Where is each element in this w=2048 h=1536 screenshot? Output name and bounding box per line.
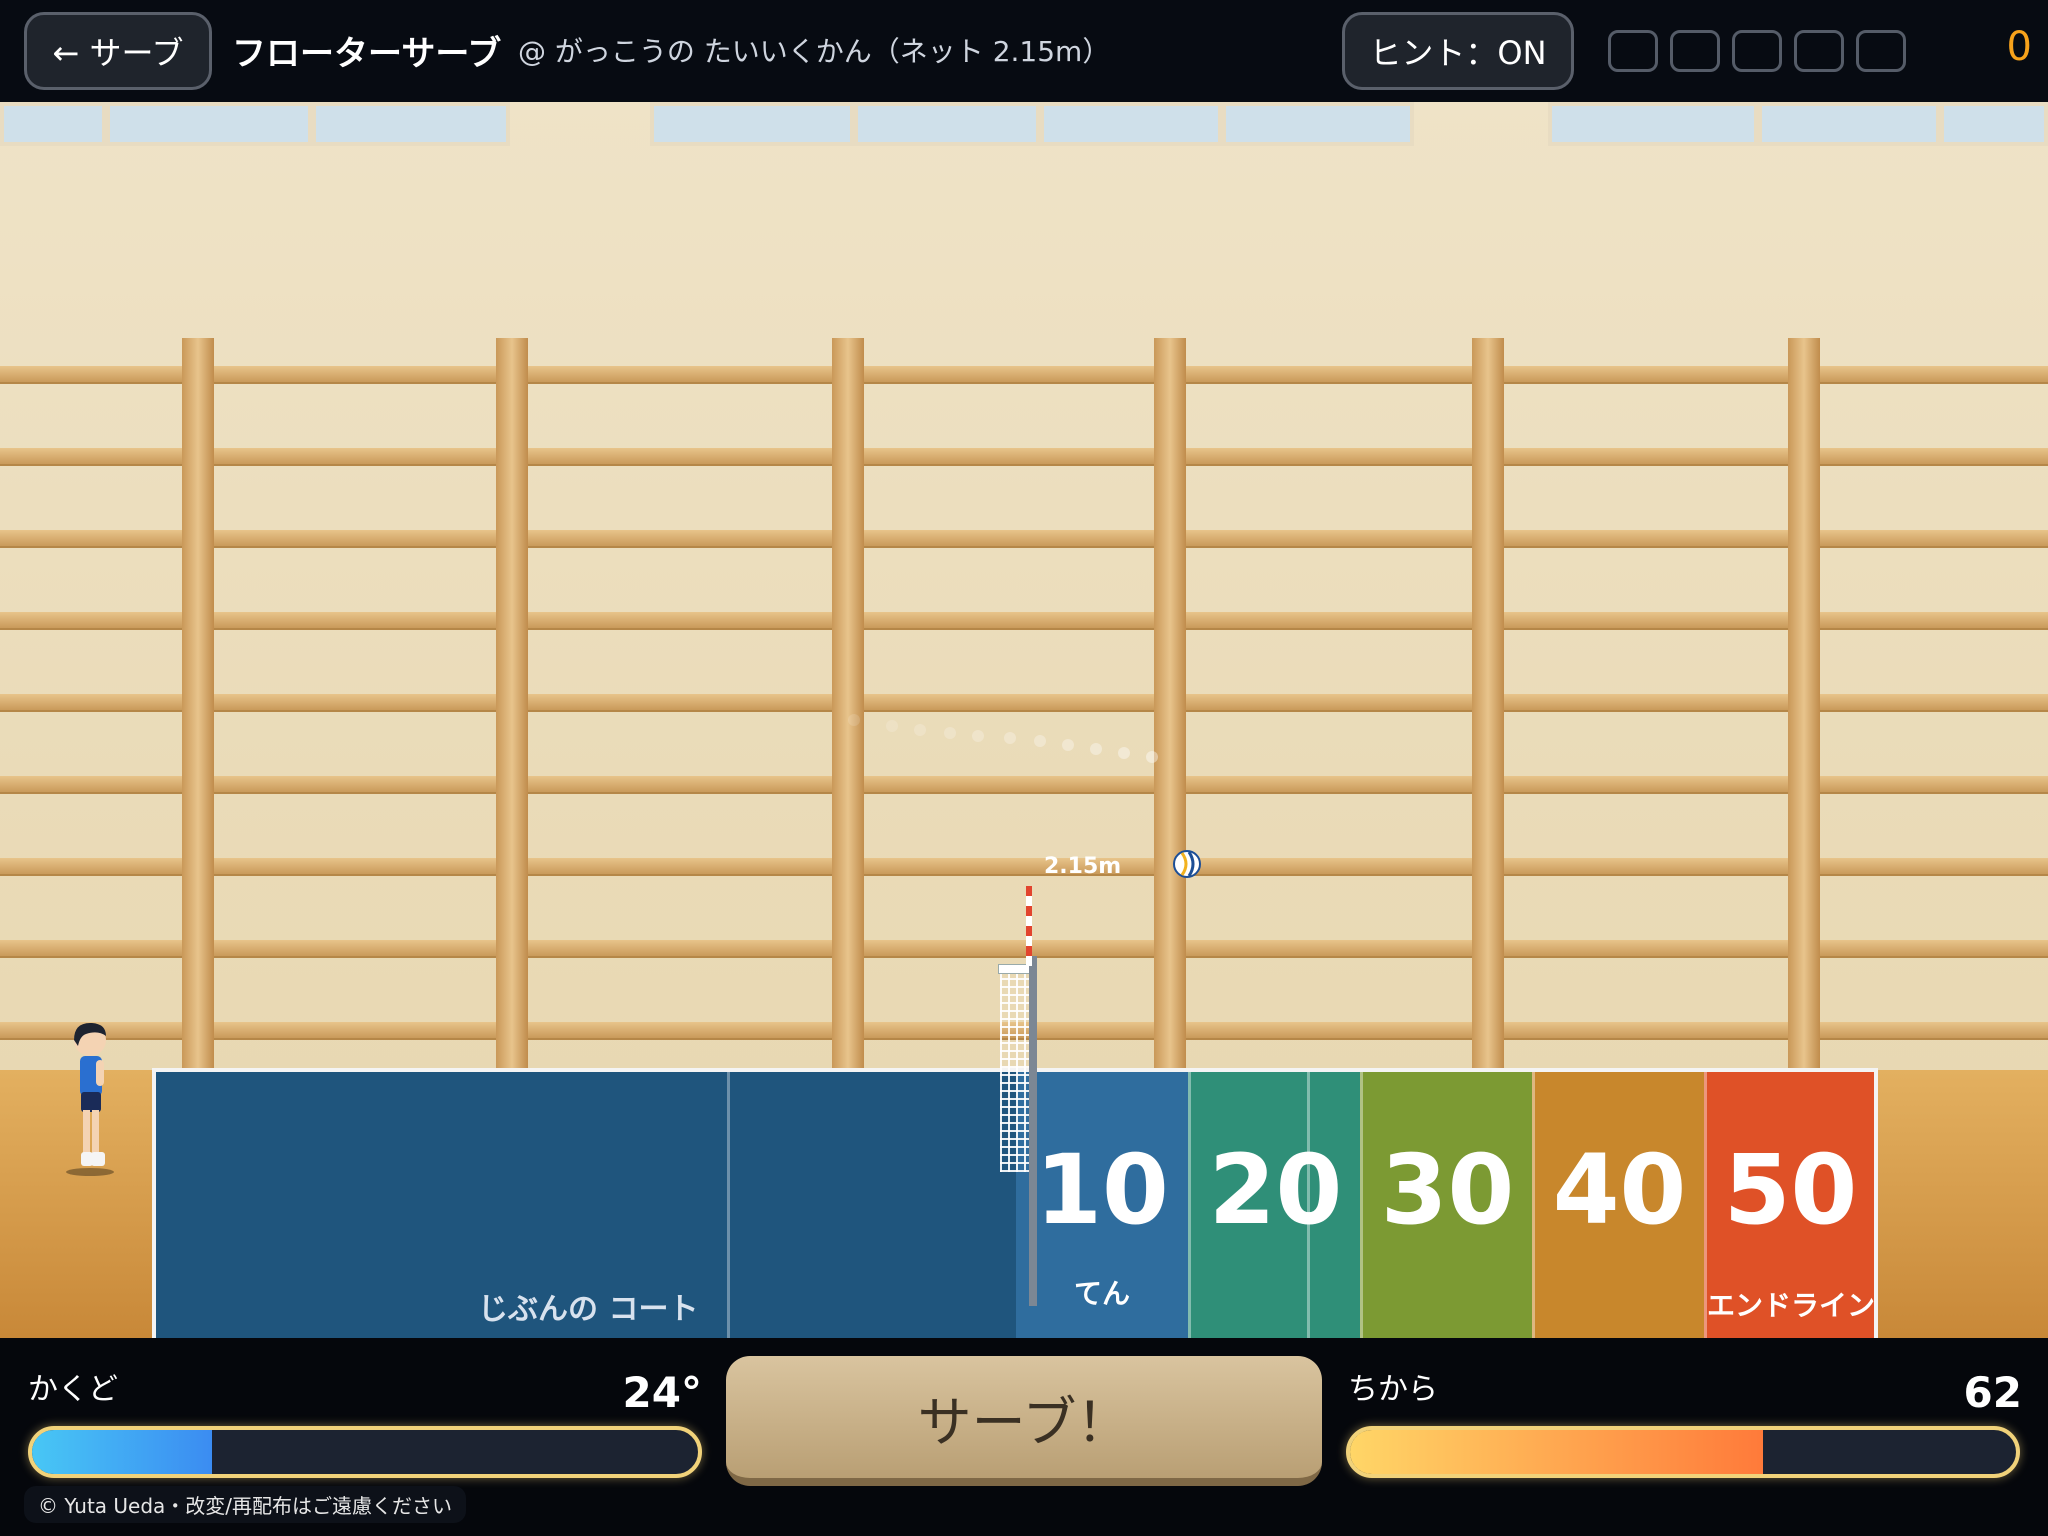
end-line-label: エンドライン (1707, 1289, 1876, 1322)
wall-bar-post (1472, 338, 1504, 1168)
attempt-slot (1856, 30, 1906, 72)
score-zone-40: 40 (1532, 1072, 1704, 1338)
attempt-slot (1794, 30, 1844, 72)
angle-slider-fill (32, 1430, 212, 1474)
net-post (1029, 956, 1037, 1306)
score-zone-50: 50 エンドライン (1704, 1072, 1876, 1338)
wall-bar-rail (0, 448, 2048, 466)
top-bar: ← サーブ フローターサーブ @ がっこうの たいいくかん（ネット 2.15m）… (0, 0, 2048, 102)
net (1000, 964, 1032, 1172)
attempt-slot (1608, 30, 1658, 72)
net-antenna (1026, 886, 1032, 966)
zone-unit-label: てん (1073, 1277, 1130, 1310)
control-panel: かくど 24° サーブ！ ちから 62 © Yuta Ueda・改変/再配布はご… (0, 1338, 2048, 1536)
trajectory-dot (944, 727, 956, 739)
score-zone-10: 10 てん (1016, 1072, 1188, 1338)
wall-bar-rail (0, 940, 2048, 958)
trajectory-dot (914, 724, 926, 736)
wall-bar-rail (0, 530, 2048, 548)
gym-window (650, 102, 854, 146)
wall-bar-rail (0, 858, 2048, 876)
gym-window (1040, 102, 1222, 146)
game-scene[interactable]: 10 てん 20 30 40 50 エンドライン じぶんの コート 2.15m (0, 102, 2048, 1338)
gym-window (1222, 102, 1414, 146)
wall-bar-post (496, 338, 528, 1168)
zone-points: 10 (1035, 1134, 1169, 1246)
gym-window (1758, 102, 1940, 146)
trajectory-dot (1090, 743, 1102, 755)
zone-points: 20 (1208, 1134, 1343, 1246)
angle-slider[interactable] (28, 1426, 702, 1478)
wall-bar-rail (0, 366, 2048, 384)
wall-bar-post (1788, 338, 1820, 1168)
power-slider[interactable] (1346, 1426, 2020, 1478)
own-court-label: じぶんの コート (478, 1292, 699, 1327)
trajectory-dot (1146, 751, 1158, 763)
angle-label: かくど (28, 1372, 118, 1407)
back-button[interactable]: ← サーブ (24, 12, 212, 90)
attempt-slot (1732, 30, 1782, 72)
trajectory-dot (1034, 735, 1046, 747)
game-title: フローターサーブ (232, 34, 502, 74)
score-zone-30: 30 (1360, 1072, 1532, 1338)
zone-points: 30 (1380, 1134, 1515, 1246)
gym-window (1548, 102, 1758, 146)
power-label: ちから (1348, 1372, 1438, 1407)
score-display: 0 (2006, 24, 2032, 70)
wall-bar-post (1154, 338, 1186, 1168)
gym-window (106, 102, 312, 146)
angle-value: 24° (622, 1368, 702, 1417)
trajectory-dot (972, 730, 984, 742)
own-court-front (730, 1072, 1016, 1338)
wall-bar-rail (0, 612, 2048, 630)
wall-bar-post (832, 338, 864, 1168)
trajectory-dot (1004, 732, 1016, 744)
trajectory-dot (1118, 747, 1130, 759)
player-character (66, 1022, 114, 1176)
wall-bar-rail (0, 776, 2048, 794)
volleyball (1173, 850, 1201, 878)
zone-points: 40 (1552, 1134, 1687, 1246)
gym-window (312, 102, 510, 146)
serve-button[interactable]: サーブ！ (726, 1356, 1322, 1486)
gym-floor (1878, 1070, 2048, 1338)
attempt-slot (1670, 30, 1720, 72)
wall-bar-post (182, 338, 214, 1168)
gym-window (1940, 102, 2048, 146)
trajectory-dot (886, 720, 898, 732)
power-slider-fill (1350, 1430, 1763, 1474)
net-height-label: 2.15m (1044, 854, 1122, 879)
gym-window (0, 102, 106, 146)
gym-window (854, 102, 1040, 146)
wall-bar-rail (0, 694, 2048, 712)
court-line (1307, 1072, 1310, 1338)
trajectory-dot (848, 714, 860, 726)
zone-points: 50 (1723, 1134, 1858, 1246)
score-zone-20: 20 (1188, 1072, 1360, 1338)
power-value: 62 (1963, 1368, 2022, 1417)
venue-subtitle: @ がっこうの たいいくかん（ネット 2.15m） (518, 35, 1111, 68)
hint-toggle-button[interactable]: ヒント：ON (1342, 12, 1574, 90)
copyright-notice: © Yuta Ueda・改変/再配布はご遠慮ください (24, 1486, 467, 1523)
trajectory-dot (1062, 739, 1074, 751)
